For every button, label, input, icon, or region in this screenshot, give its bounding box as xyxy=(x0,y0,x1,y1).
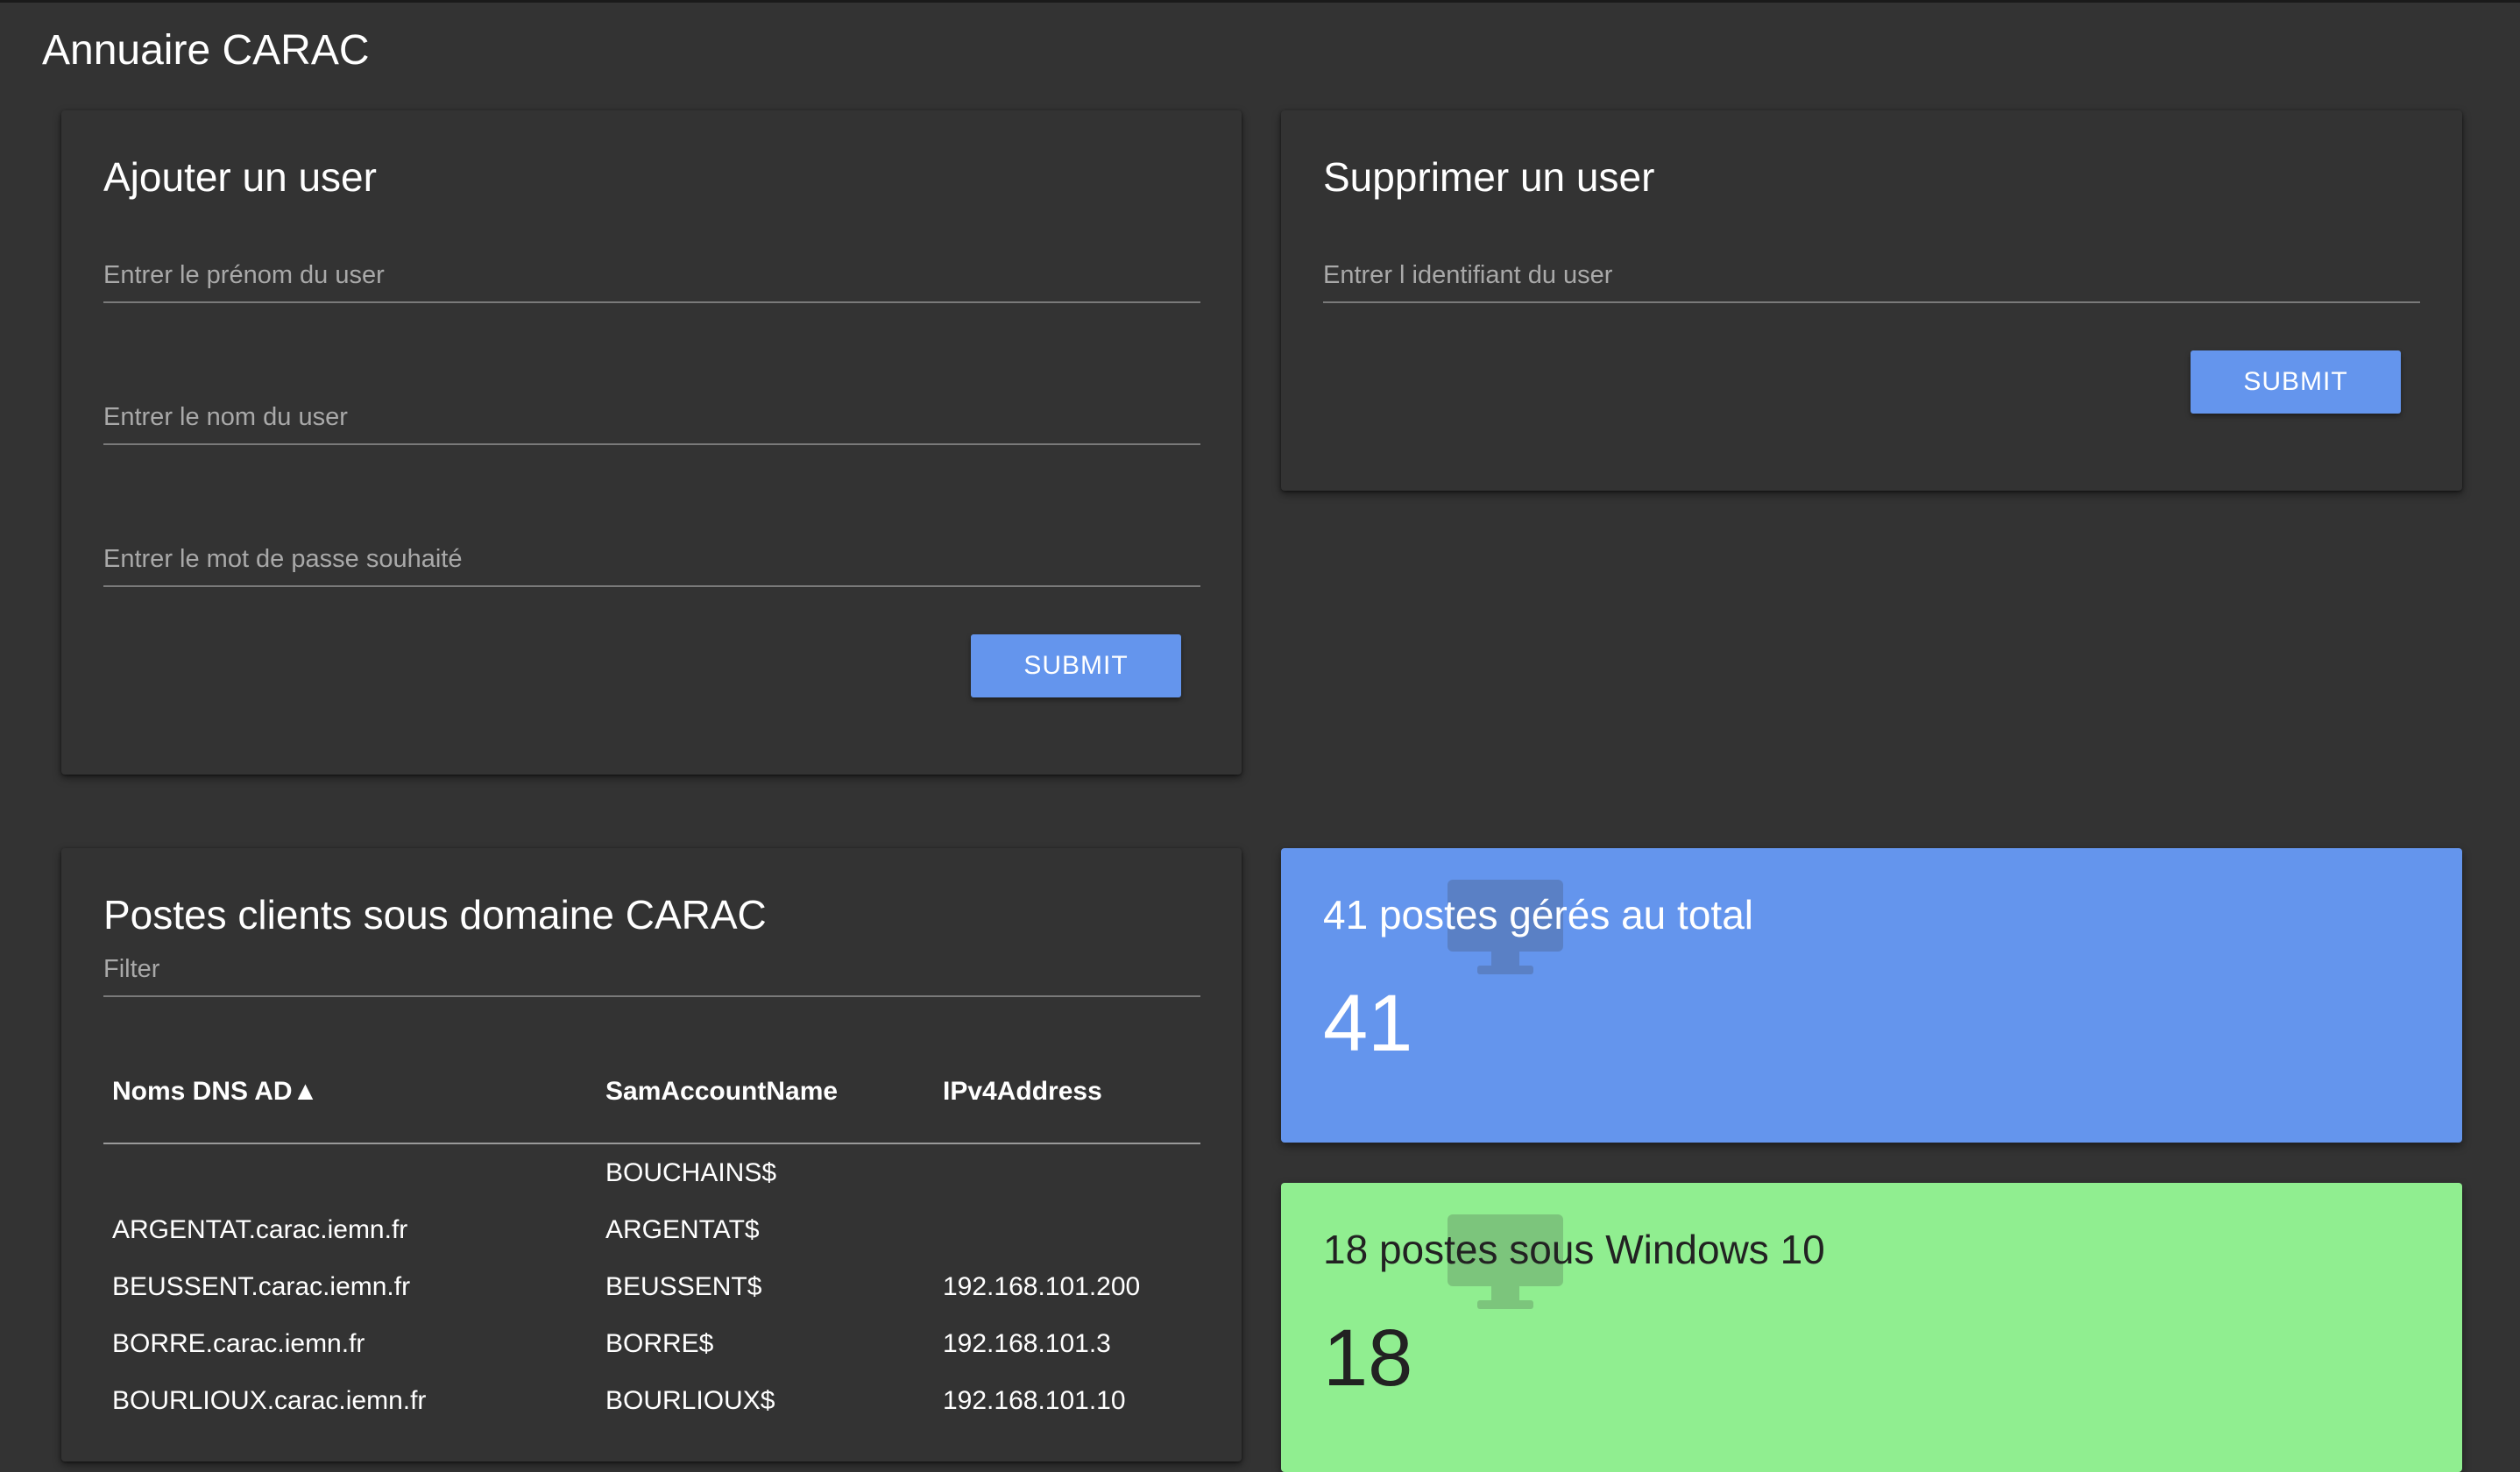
user-id-input[interactable] xyxy=(1323,249,2420,301)
lastname-field xyxy=(103,391,1200,445)
lastname-input[interactable] xyxy=(103,391,1200,443)
password-input[interactable] xyxy=(103,533,1200,585)
cell-dns-name xyxy=(103,1143,597,1201)
app-title: Annuaire CARAC xyxy=(42,27,370,74)
firstname-field xyxy=(103,249,1200,303)
clients-title: Postes clients sous domaine CARAC xyxy=(103,892,767,938)
stat-title-windows10: 18 postes sous Windows 10 xyxy=(1323,1227,1825,1272)
firstname-input[interactable] xyxy=(103,249,1200,301)
table-row[interactable]: BORRE.carac.iemn.fr BORRE$ 192.168.101.3 xyxy=(103,1315,1200,1372)
cell-ipv4address: 192.168.101.3 xyxy=(943,1328,1111,1358)
cell-dns-name: ARGENTAT.carac.iemn.fr xyxy=(112,1214,408,1244)
stat-value-total: 41 xyxy=(1323,979,1413,1068)
stat-title-total: 41 postes gérés au total xyxy=(1323,892,1753,938)
stat-card-windows10: 18 postes sous Windows 10 18 xyxy=(1281,1183,2462,1472)
stat-card-total: 41 postes gérés au total 41 xyxy=(1281,848,2462,1143)
cell-dns-name: BEUSSENT.carac.iemn.fr xyxy=(112,1271,411,1301)
cell-samaccountname: ARGENTAT$ xyxy=(605,1214,760,1244)
add-user-card: Ajouter un user SUBMIT xyxy=(61,110,1242,775)
cell-samaccountname: BORRE$ xyxy=(605,1328,714,1358)
top-border xyxy=(0,0,2520,3)
cell-ipv4address: 192.168.101.200 xyxy=(943,1271,1141,1301)
table-row[interactable]: BEUSSENT.carac.iemn.fr BEUSSENT$ 192.168… xyxy=(103,1258,1200,1315)
stat-value-windows10: 18 xyxy=(1323,1313,1413,1403)
delete-user-card: Supprimer un user SUBMIT xyxy=(1281,110,2462,491)
clients-card: Postes clients sous domaine CARAC Noms D… xyxy=(61,848,1242,1461)
table-row[interactable]: BOURLIOUX.carac.iemn.fr BOURLIOUX$ 192.1… xyxy=(103,1372,1200,1429)
filter-field xyxy=(103,943,1200,997)
filter-input[interactable] xyxy=(103,943,1200,995)
delete-user-title: Supprimer un user xyxy=(1323,154,1655,200)
cell-samaccountname: BEUSSENT$ xyxy=(605,1271,762,1301)
clients-table: Noms DNS AD▲ SamAccountName IPv4Address … xyxy=(103,1041,1200,1429)
cell-ipv4address xyxy=(934,1201,1200,1258)
table-header-row: Noms DNS AD▲ SamAccountName IPv4Address xyxy=(103,1041,1200,1144)
cell-dns-name: BOURLIOUX.carac.iemn.fr xyxy=(112,1385,427,1415)
cell-samaccountname: BOURLIOUX$ xyxy=(605,1385,775,1415)
add-user-submit-button[interactable]: SUBMIT xyxy=(971,634,1181,697)
cell-ipv4address xyxy=(934,1143,1200,1201)
column-header-ipv4address[interactable]: IPv4Address xyxy=(934,1041,1200,1144)
delete-user-submit-button[interactable]: SUBMIT xyxy=(2191,350,2401,414)
add-user-title: Ajouter un user xyxy=(103,154,377,200)
cell-ipv4address: 192.168.101.10 xyxy=(943,1385,1126,1415)
cell-samaccountname: BOUCHAINS$ xyxy=(605,1157,777,1187)
table-row[interactable]: ARGENTAT.carac.iemn.fr ARGENTAT$ xyxy=(103,1201,1200,1258)
user-id-field xyxy=(1323,249,2420,303)
column-header-dns-name[interactable]: Noms DNS AD▲ xyxy=(103,1041,597,1144)
cell-dns-name: BORRE.carac.iemn.fr xyxy=(112,1328,365,1358)
password-field xyxy=(103,533,1200,587)
column-header-samaccountname[interactable]: SamAccountName xyxy=(597,1041,934,1144)
table-row[interactable]: BOUCHAINS$ xyxy=(103,1143,1200,1201)
